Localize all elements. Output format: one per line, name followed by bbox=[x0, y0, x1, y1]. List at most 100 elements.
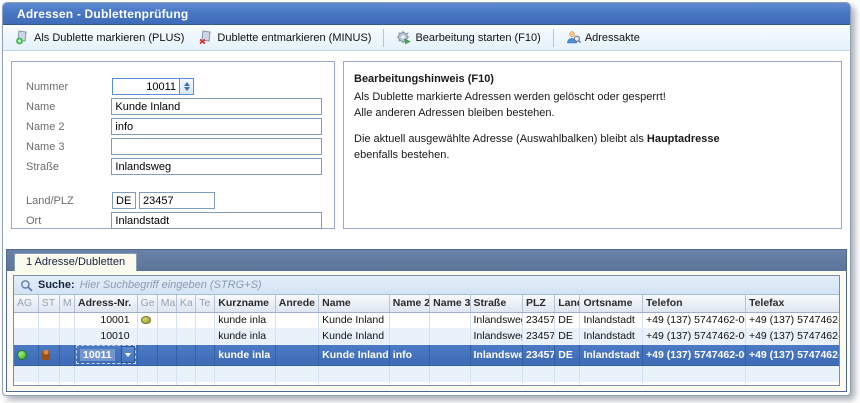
grid-cell[interactable] bbox=[59, 365, 74, 381]
nummer-input[interactable] bbox=[112, 78, 180, 95]
grid-cell[interactable]: Inlandsweg bbox=[470, 344, 522, 365]
grid-cell[interactable]: Inlandsweg bbox=[470, 328, 522, 344]
start-editing-button[interactable]: Bearbeitung starten (F10) bbox=[390, 28, 546, 47]
grid-column-header-ka[interactable]: Ka bbox=[176, 295, 195, 312]
grid-cell[interactable] bbox=[14, 381, 38, 386]
grid-cell[interactable] bbox=[137, 312, 157, 328]
grid-cell[interactable] bbox=[389, 328, 429, 344]
grid-cell[interactable] bbox=[643, 365, 746, 381]
grid-cell[interactable] bbox=[196, 381, 215, 386]
mark-duplicate-button[interactable]: Als Dublette markieren (PLUS) bbox=[9, 28, 190, 47]
grid-cell[interactable] bbox=[75, 365, 138, 381]
grid-cell[interactable]: Kunde Inland bbox=[319, 312, 390, 328]
adressnr-editor-value[interactable]: 10011 bbox=[80, 349, 115, 361]
grid-cell[interactable] bbox=[430, 344, 470, 365]
grid-cell[interactable]: Inlandsweg bbox=[470, 312, 522, 328]
grid-cell[interactable]: DE bbox=[555, 328, 580, 344]
spinner-up-icon[interactable] bbox=[184, 82, 190, 86]
grid-cell[interactable] bbox=[196, 344, 215, 365]
grid-cell[interactable]: +49 (137) 5747462-99 bbox=[745, 312, 840, 328]
grid-cell[interactable]: 10011 bbox=[75, 344, 138, 365]
address-file-button[interactable]: Adressakte bbox=[560, 28, 646, 47]
grid-column-header-anrede[interactable]: Anrede bbox=[275, 295, 318, 312]
grid-cell[interactable]: kunde inla bbox=[215, 328, 276, 344]
unmark-duplicate-button[interactable]: Dublette entmarkieren (MINUS) bbox=[192, 28, 377, 47]
grid-cell[interactable] bbox=[215, 365, 276, 381]
grid-cell[interactable]: Inlandstadt bbox=[580, 344, 643, 365]
ort-input[interactable] bbox=[111, 212, 322, 229]
plz-input[interactable] bbox=[139, 192, 215, 209]
grid-cell[interactable] bbox=[196, 328, 215, 344]
grid-cell[interactable]: DE bbox=[555, 312, 580, 328]
grid-cell[interactable]: +49 (137) 5747462-99 bbox=[745, 328, 840, 344]
grid-column-header-te[interactable]: Te bbox=[196, 295, 215, 312]
grid-cell[interactable] bbox=[176, 328, 195, 344]
grid-column-header-m[interactable]: M bbox=[59, 295, 74, 312]
grid-column-header-ortsname[interactable]: Ortsname bbox=[580, 295, 643, 312]
grid-cell[interactable] bbox=[38, 381, 59, 386]
grid-cell[interactable]: Inlandstadt bbox=[580, 328, 643, 344]
grid-cell[interactable] bbox=[555, 365, 580, 381]
grid-cell[interactable] bbox=[470, 365, 522, 381]
grid-cell[interactable] bbox=[59, 381, 74, 386]
grid-cell[interactable] bbox=[580, 381, 643, 386]
grid-cell[interactable] bbox=[176, 344, 195, 365]
grid-cell[interactable] bbox=[430, 365, 470, 381]
grid-cell[interactable]: +49 (137) 5747462-00 bbox=[643, 344, 746, 365]
grid-column-header-st[interactable]: ST bbox=[38, 295, 59, 312]
search-bar[interactable]: Suche: Hier Suchbegriff eingeben (STRG+S… bbox=[14, 276, 839, 295]
name-input[interactable] bbox=[111, 98, 322, 115]
grid-cell[interactable] bbox=[137, 344, 157, 365]
grid-row[interactable]: 10010kunde inlaKunde InlandInlandsweg234… bbox=[14, 328, 840, 344]
grid-column-header-land[interactable]: Land bbox=[555, 295, 580, 312]
grid-cell[interactable]: DE bbox=[555, 344, 580, 365]
grid-cell[interactable] bbox=[580, 365, 643, 381]
grid-cell[interactable]: +49 (137) 5747462-99 bbox=[745, 344, 840, 365]
grid-cell[interactable] bbox=[137, 328, 157, 344]
grid-row-empty[interactable] bbox=[14, 365, 840, 381]
grid-cell[interactable] bbox=[38, 344, 59, 365]
adressnr-edit-cell[interactable]: 10011 bbox=[76, 345, 136, 364]
nummer-spinner[interactable] bbox=[180, 78, 194, 95]
grid-row-empty[interactable] bbox=[14, 381, 840, 386]
grid-cell[interactable] bbox=[14, 344, 38, 365]
grid-column-header-ag[interactable]: AG bbox=[14, 295, 38, 312]
grid-cell[interactable] bbox=[137, 365, 157, 381]
grid-cell[interactable] bbox=[38, 328, 59, 344]
grid-cell[interactable] bbox=[522, 381, 554, 386]
grid-cell[interactable] bbox=[430, 381, 470, 386]
grid-cell[interactable] bbox=[157, 344, 176, 365]
grid-cell[interactable]: 10001 bbox=[75, 312, 138, 328]
grid-cell[interactable] bbox=[275, 344, 318, 365]
grid-cell[interactable]: Kunde Inland bbox=[319, 344, 390, 365]
grid-cell[interactable] bbox=[389, 381, 429, 386]
grid-cell[interactable] bbox=[14, 365, 38, 381]
grid-cell[interactable] bbox=[157, 381, 176, 386]
grid-cell[interactable] bbox=[38, 312, 59, 328]
grid-cell[interactable] bbox=[319, 381, 390, 386]
grid-cell[interactable]: 23457 bbox=[522, 312, 554, 328]
land-input[interactable] bbox=[112, 192, 136, 209]
window-titlebar[interactable]: Adressen - Dublettenprüfung bbox=[3, 3, 850, 25]
tab-adresse-dubletten[interactable]: 1 Adresse/Dubletten bbox=[14, 253, 137, 271]
grid-cell[interactable] bbox=[745, 365, 840, 381]
grid-cell[interactable] bbox=[59, 344, 74, 365]
grid-cell[interactable] bbox=[157, 365, 176, 381]
grid-cell[interactable] bbox=[389, 365, 429, 381]
grid-cell[interactable] bbox=[14, 312, 38, 328]
grid-column-header-ma[interactable]: Ma bbox=[157, 295, 176, 312]
grid-cell[interactable] bbox=[555, 381, 580, 386]
name2-input[interactable] bbox=[111, 118, 322, 135]
grid-cell[interactable] bbox=[275, 312, 318, 328]
grid-cell[interactable] bbox=[389, 312, 429, 328]
grid-cell[interactable] bbox=[176, 312, 195, 328]
grid-cell[interactable]: +49 (137) 5747462-00 bbox=[643, 328, 746, 344]
grid-cell[interactable] bbox=[157, 312, 176, 328]
grid-cell[interactable] bbox=[643, 381, 746, 386]
grid-cell[interactable] bbox=[137, 381, 157, 386]
grid-cell[interactable] bbox=[59, 328, 74, 344]
grid-cell[interactable] bbox=[275, 328, 318, 344]
grid-cell[interactable] bbox=[59, 312, 74, 328]
grid-cell[interactable] bbox=[215, 381, 276, 386]
grid-cell[interactable]: Kunde Inland bbox=[319, 328, 390, 344]
